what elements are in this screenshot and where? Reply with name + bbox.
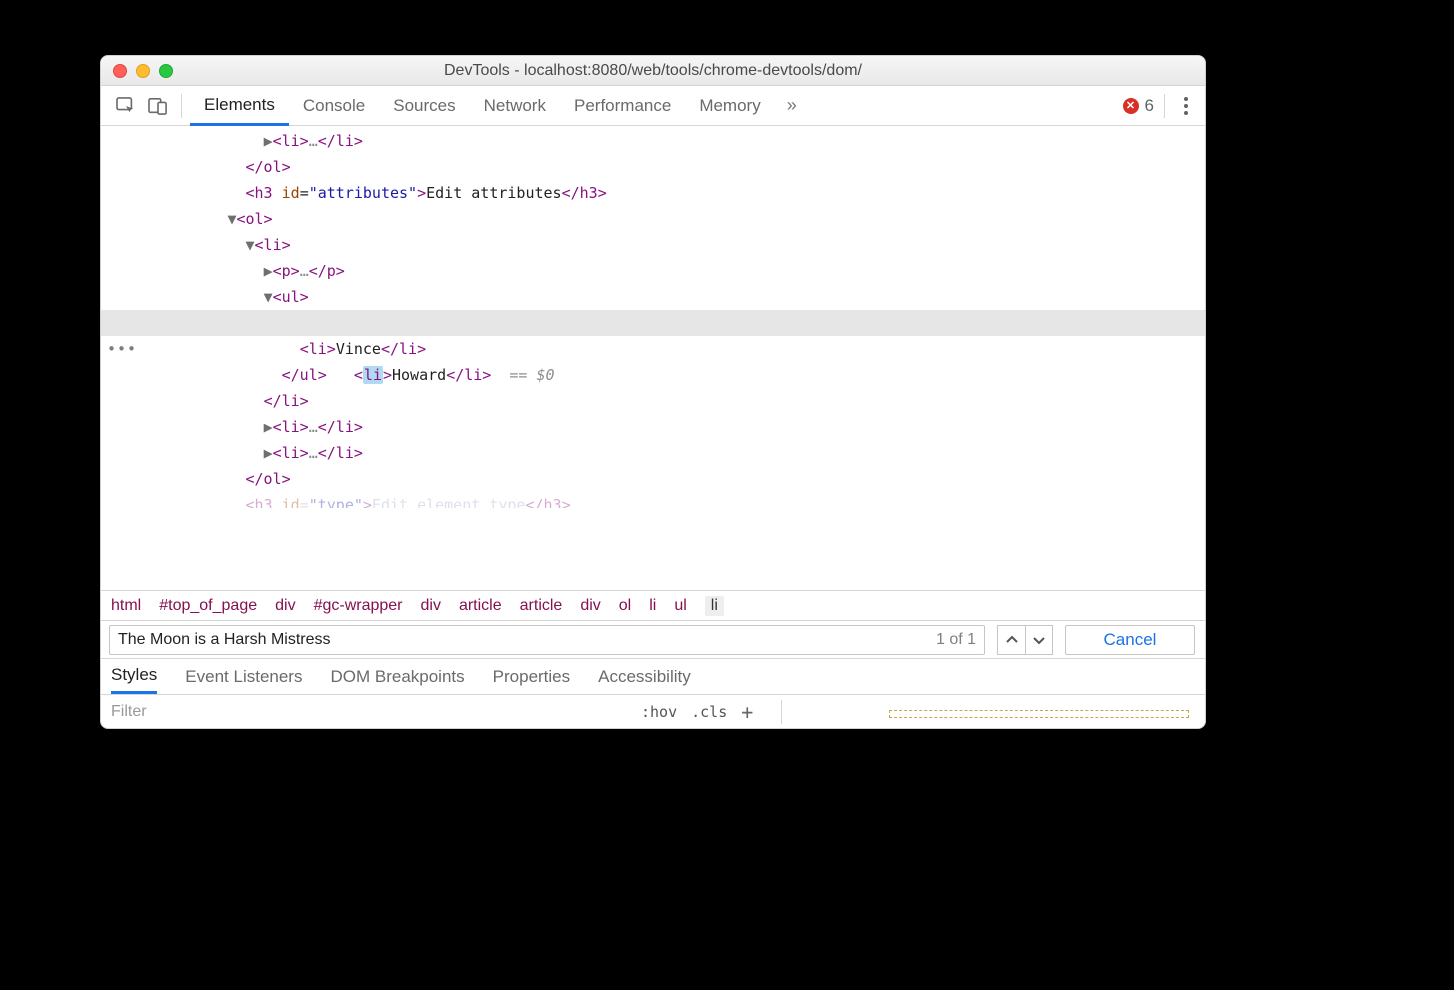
tab-memory[interactable]: Memory	[685, 86, 774, 125]
box-model-preview	[889, 710, 1189, 718]
tab-performance[interactable]: Performance	[560, 86, 685, 125]
crumb[interactable]: article	[459, 597, 502, 615]
crumb[interactable]: ol	[619, 597, 631, 615]
tree-row[interactable]: <h3 id="attributes">Edit attributes</h3>	[101, 180, 1205, 206]
tree-row[interactable]: </ol>	[101, 466, 1205, 492]
panel-tabs: Elements Console Sources Network Perform…	[190, 86, 775, 125]
subtab-styles[interactable]: Styles	[111, 659, 157, 694]
search-count: 1 of 1	[936, 631, 976, 649]
cancel-button[interactable]: Cancel	[1065, 625, 1195, 655]
crumb[interactable]: article	[520, 597, 563, 615]
error-count-value: 6	[1145, 96, 1154, 116]
tree-row-selected[interactable]: ••• <li>Howard</li> == $0	[101, 310, 1205, 336]
crumb[interactable]: div	[580, 597, 600, 615]
tab-network[interactable]: Network	[470, 86, 560, 125]
tab-console[interactable]: Console	[289, 86, 379, 125]
devtools-window: DevTools - localhost:8080/web/tools/chro…	[100, 55, 1206, 729]
crumb[interactable]: div	[275, 597, 295, 615]
dom-tree[interactable]: ▶<li>…</li> </ol> <h3 id="attributes">Ed…	[101, 126, 1205, 590]
divider	[781, 700, 782, 724]
crumb[interactable]: ul	[674, 597, 686, 615]
main-toolbar: Elements Console Sources Network Perform…	[101, 86, 1205, 126]
tree-row[interactable]: ▼<ul>	[101, 284, 1205, 310]
subtab-properties[interactable]: Properties	[493, 667, 570, 687]
tree-row[interactable]: <li>Vince</li>	[101, 336, 1205, 362]
subtab-dom-breakpoints[interactable]: DOM Breakpoints	[330, 667, 464, 687]
styles-toolbar: Filter :hov .cls +	[101, 694, 1205, 728]
error-count[interactable]: ✕ 6	[1123, 96, 1154, 116]
search-prev-button[interactable]	[997, 625, 1025, 655]
search-input[interactable]: The Moon is a Harsh Mistress 1 of 1	[109, 625, 985, 655]
tree-row[interactable]: </li>	[101, 388, 1205, 414]
search-bar: The Moon is a Harsh Mistress 1 of 1 Canc…	[101, 620, 1205, 658]
inspect-element-icon[interactable]	[113, 93, 139, 119]
crumb[interactable]: li	[649, 597, 656, 615]
cls-toggle[interactable]: .cls	[691, 703, 727, 721]
ellipsis-icon[interactable]: •••	[107, 336, 137, 362]
hov-toggle[interactable]: :hov	[641, 703, 677, 721]
styles-filter-input[interactable]: Filter	[111, 703, 641, 721]
tree-row[interactable]: ▶<p>…</p>	[101, 258, 1205, 284]
titlebar: DevTools - localhost:8080/web/tools/chro…	[101, 56, 1205, 86]
crumb[interactable]: div	[421, 597, 441, 615]
tab-elements[interactable]: Elements	[190, 86, 289, 126]
tree-row[interactable]: ▼<li>	[101, 232, 1205, 258]
error-icon: ✕	[1123, 98, 1139, 114]
chevron-up-icon	[1006, 634, 1018, 646]
tree-row[interactable]: </ol>	[101, 154, 1205, 180]
subtab-accessibility[interactable]: Accessibility	[598, 667, 691, 687]
search-next-button[interactable]	[1025, 625, 1053, 655]
crumb-current[interactable]: li	[705, 596, 724, 616]
tree-row[interactable]: ▼<ol>	[101, 206, 1205, 232]
subtab-event-listeners[interactable]: Event Listeners	[185, 667, 302, 687]
new-style-rule-button[interactable]: +	[741, 700, 753, 724]
tree-row[interactable]: ▶<li>…</li>	[101, 440, 1205, 466]
tree-row[interactable]: ▶<li>…</li>	[101, 414, 1205, 440]
chevron-down-icon	[1033, 634, 1045, 646]
breadcrumbs: html #top_of_page div #gc-wrapper div ar…	[101, 590, 1205, 620]
tab-sources[interactable]: Sources	[379, 86, 469, 125]
tabs-overflow-icon[interactable]: »	[779, 95, 805, 116]
sidebar-tabs: Styles Event Listeners DOM Breakpoints P…	[101, 658, 1205, 694]
search-value: The Moon is a Harsh Mistress	[118, 631, 926, 649]
crumb[interactable]: #top_of_page	[159, 597, 257, 615]
settings-menu-icon[interactable]	[1173, 91, 1199, 121]
tree-row[interactable]: <h3 id="type">Edit element type</h3>	[101, 492, 1205, 508]
crumb[interactable]: html	[111, 597, 141, 615]
window-title: DevTools - localhost:8080/web/tools/chro…	[101, 62, 1205, 80]
tree-row[interactable]: </ul>	[101, 362, 1205, 388]
tree-row[interactable]: ▶<li>…</li>	[101, 128, 1205, 154]
device-toolbar-icon[interactable]	[145, 93, 171, 119]
crumb[interactable]: #gc-wrapper	[314, 597, 403, 615]
